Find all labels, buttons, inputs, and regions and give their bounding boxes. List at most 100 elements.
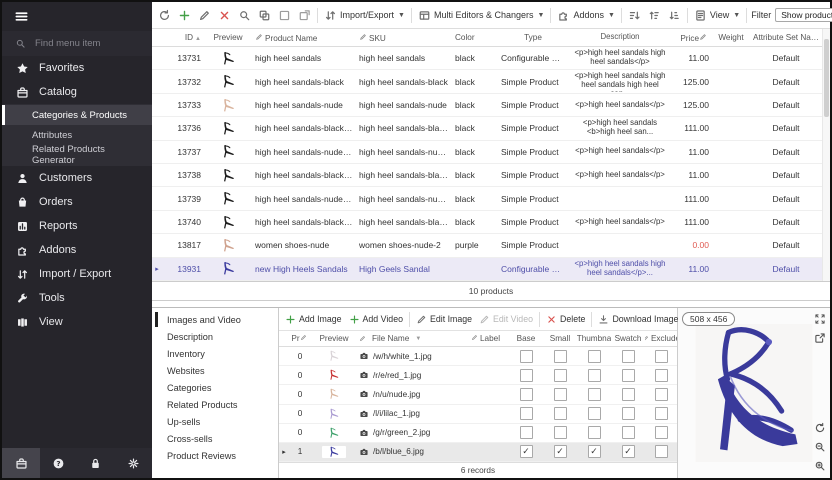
help-button[interactable]: ? xyxy=(52,457,65,470)
checkbox[interactable] xyxy=(554,350,567,363)
table-row[interactable]: 13739 high heel sandals-nude-37 high hee… xyxy=(152,187,822,210)
edit-product-button[interactable] xyxy=(195,7,214,24)
col-id[interactable]: ID▲ xyxy=(162,33,204,42)
col-thumbnail[interactable]: Thumbna xyxy=(577,334,611,343)
col-image-preview[interactable]: Preview xyxy=(311,334,357,343)
list-item[interactable]: 0 /w/h/white_1.jpg xyxy=(279,347,677,366)
checkbox[interactable] xyxy=(554,369,567,382)
row-expander[interactable]: ▸ xyxy=(152,265,162,273)
tab-categories[interactable]: Categories xyxy=(152,379,278,396)
copy-button[interactable] xyxy=(255,7,274,24)
category-filter-select[interactable]: Show products from selected categories▼ xyxy=(775,8,832,22)
delete-image-button[interactable]: Delete xyxy=(543,312,588,327)
sidebar-item-customers[interactable]: Customers xyxy=(2,166,152,190)
col-small[interactable]: Small xyxy=(543,334,577,343)
hamburger-menu-icon[interactable] xyxy=(14,9,29,24)
table-row[interactable]: 13731 high heel sandals high heel sandal… xyxy=(152,47,822,70)
checkbox[interactable] xyxy=(588,350,601,363)
checkbox[interactable] xyxy=(622,350,635,363)
checkbox[interactable] xyxy=(554,426,567,439)
checkbox[interactable] xyxy=(520,426,533,439)
col-sku[interactable]: SKU xyxy=(356,33,452,43)
checkbox[interactable] xyxy=(520,388,533,401)
checkbox[interactable]: ✓ xyxy=(588,445,601,458)
add-product-button[interactable] xyxy=(175,7,194,24)
menu-search-input[interactable]: Find menu item xyxy=(2,31,152,56)
sidebar-item-import-export[interactable]: Import / Export xyxy=(2,262,152,286)
col-base[interactable]: Base xyxy=(509,334,543,343)
col-product-name[interactable]: Product Name xyxy=(252,33,356,43)
col-preview[interactable]: Preview xyxy=(204,33,252,42)
add-video-button[interactable]: Add Video xyxy=(346,312,406,327)
checkbox[interactable] xyxy=(588,407,601,420)
table-row[interactable]: 13736 high heel sandals-black-36 high he… xyxy=(152,117,822,140)
table-row[interactable]: 13738 high heel sandals-black-37 high he… xyxy=(152,164,822,187)
tab-websites[interactable]: Websites xyxy=(152,362,278,379)
tab-images-and-video[interactable]: Images and Video xyxy=(152,311,278,328)
col-description[interactable]: Description xyxy=(568,33,672,42)
checkbox[interactable] xyxy=(520,407,533,420)
open-external-icon[interactable] xyxy=(814,332,826,344)
checkbox[interactable] xyxy=(622,388,635,401)
delete-product-button[interactable] xyxy=(215,7,234,24)
tab-cross-sells[interactable]: Cross-sells xyxy=(152,430,278,447)
col-file-name[interactable]: File Name▼ xyxy=(357,334,469,343)
col-position[interactable]: Pr xyxy=(289,334,311,343)
tab-description[interactable]: Description xyxy=(152,328,278,345)
col-exclude[interactable]: Exclude xyxy=(645,334,677,343)
checkbox[interactable] xyxy=(655,388,668,401)
checkbox[interactable] xyxy=(554,388,567,401)
import-export-button[interactable]: Import/Export▼ xyxy=(321,7,408,24)
checkbox[interactable] xyxy=(655,407,668,420)
col-attribute-set[interactable]: Attribute Set Name xyxy=(750,33,822,42)
list-item[interactable]: 0 /g/r/green_2.jpg xyxy=(279,424,677,443)
col-type[interactable]: Type xyxy=(498,33,568,42)
table-row[interactable]: 13817 women shoes-nude women shoes-nude-… xyxy=(152,234,822,257)
col-price[interactable]: Price xyxy=(672,33,712,43)
checkbox[interactable] xyxy=(520,369,533,382)
sidebar-item-categories-products[interactable]: Categories & Products xyxy=(2,105,152,125)
sidebar-item-view[interactable]: View xyxy=(2,310,152,334)
fullscreen-icon[interactable] xyxy=(814,313,826,325)
edit-video-button[interactable]: Edit Video xyxy=(476,312,536,327)
col-color[interactable]: Color xyxy=(452,33,498,42)
checkbox[interactable] xyxy=(655,350,668,363)
sidebar-item-addons[interactable]: Addons xyxy=(2,238,152,262)
checkbox[interactable] xyxy=(554,407,567,420)
checkbox[interactable] xyxy=(622,426,635,439)
multi-editors-button[interactable]: Multi Editors & Changers▼ xyxy=(415,7,547,24)
tree-level-button[interactable] xyxy=(665,7,684,24)
checkbox[interactable] xyxy=(655,445,668,458)
col-weight[interactable]: Weight xyxy=(712,33,750,42)
checkbox[interactable] xyxy=(588,369,601,382)
collapse-tree-button[interactable] xyxy=(625,7,644,24)
add-image-button[interactable]: Add Image xyxy=(282,312,345,327)
sidebar-item-related-products-generator[interactable]: Related Products Generator xyxy=(2,145,152,165)
checkbox[interactable] xyxy=(588,388,601,401)
checkbox[interactable] xyxy=(520,350,533,363)
checkbox[interactable] xyxy=(588,426,601,439)
tab-related-products[interactable]: Related Products xyxy=(152,396,278,413)
list-item[interactable]: 0 /l/i/lilac_1.jpg xyxy=(279,405,677,424)
checkbox[interactable]: ✓ xyxy=(554,445,567,458)
zoom-in-icon[interactable] xyxy=(814,460,826,472)
store-button[interactable] xyxy=(2,448,40,478)
sidebar-item-reports[interactable]: Reports xyxy=(2,214,152,238)
sidebar-item-catalog[interactable]: Catalog xyxy=(2,80,152,104)
list-item[interactable]: 0 /n/u/nude.jpg xyxy=(279,385,677,404)
list-item[interactable]: ▸ 1 /b/l/blue_6.jpg ✓ ✓ ✓ ✓ xyxy=(279,443,677,462)
table-row[interactable]: 13732 high heel sandals-black high heel … xyxy=(152,70,822,93)
paste-button[interactable] xyxy=(295,7,314,24)
sidebar-item-orders[interactable]: Orders xyxy=(2,190,152,214)
lock-button[interactable] xyxy=(89,457,102,470)
row-expander[interactable]: ▸ xyxy=(279,448,289,456)
sidebar-item-attributes[interactable]: Attributes xyxy=(2,125,152,145)
search-products-button[interactable] xyxy=(235,7,254,24)
table-row[interactable]: ▸ 13931 new High Heels Sandals High Geel… xyxy=(152,258,822,281)
list-item[interactable]: 0 /r/e/red_1.jpg xyxy=(279,366,677,385)
edit-image-button[interactable]: Edit Image xyxy=(413,312,475,327)
table-row[interactable]: 13740 high heel sandals-black-38 high he… xyxy=(152,211,822,234)
col-label[interactable]: Label xyxy=(469,334,509,343)
refresh-button[interactable] xyxy=(155,7,174,24)
checkbox[interactable]: ✓ xyxy=(520,445,533,458)
